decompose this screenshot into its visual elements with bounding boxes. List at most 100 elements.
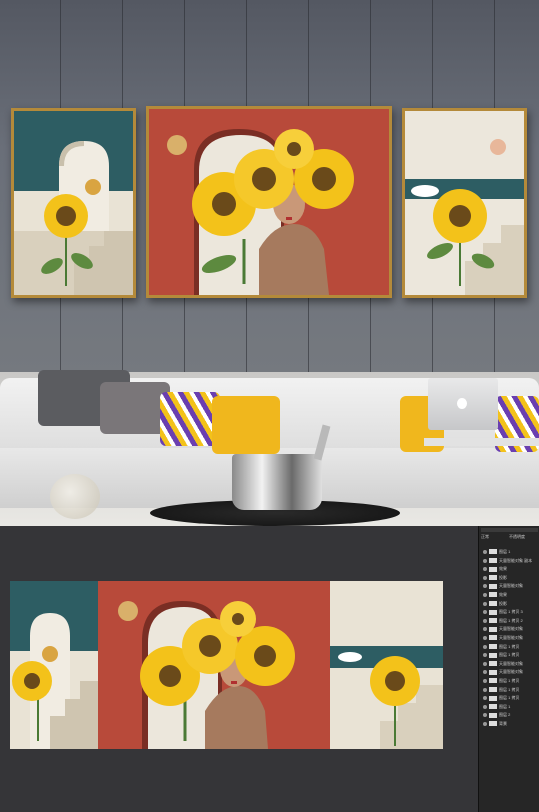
panel-tab-bar bbox=[481, 528, 538, 532]
blend-mode-select[interactable]: 正常 bbox=[481, 534, 489, 540]
layer-thumbnail bbox=[489, 687, 497, 693]
layer-label: 图层 1 bbox=[499, 549, 511, 554]
layer-label: 天量智能对象 bbox=[499, 660, 523, 666]
eye-icon[interactable] bbox=[483, 610, 487, 615]
layer-thumbnail bbox=[489, 695, 497, 701]
layer-row[interactable]: 效果 bbox=[481, 565, 538, 572]
layer-label: 天量智能对象 bbox=[499, 635, 523, 640]
sunflower-icon bbox=[370, 656, 420, 706]
layer-row[interactable]: 投影 bbox=[481, 574, 538, 581]
sunflower-icon bbox=[433, 189, 487, 243]
layer-row[interactable]: 图层 1 bbox=[481, 548, 538, 555]
layer-row[interactable]: 图层 2 bbox=[481, 711, 538, 718]
layer-row[interactable]: 图层 1 拷贝 bbox=[481, 651, 538, 658]
eye-icon[interactable] bbox=[483, 575, 487, 580]
layer-label: 图层 1 拷贝 bbox=[499, 695, 520, 701]
layer-thumbnail bbox=[489, 704, 497, 710]
canvas-area bbox=[0, 526, 478, 812]
layer-thumbnail bbox=[489, 575, 497, 581]
layer-thumbnail bbox=[489, 678, 497, 684]
side-table bbox=[424, 438, 539, 446]
layer-row[interactable]: 投影 bbox=[481, 600, 538, 607]
layer-thumbnail bbox=[489, 644, 497, 650]
eye-icon[interactable] bbox=[483, 696, 487, 701]
layer-label: 天量智能对象 bbox=[499, 583, 523, 589]
layer-thumbnail bbox=[489, 669, 497, 675]
eye-icon[interactable] bbox=[483, 704, 487, 709]
eye-icon[interactable] bbox=[483, 592, 487, 597]
layer-label: 图层 1 拷贝 bbox=[499, 643, 520, 649]
layer-label: 图层 1 拷贝 2 bbox=[499, 617, 523, 623]
layer-thumbnail bbox=[489, 549, 497, 555]
laptop bbox=[428, 378, 498, 430]
layer-label: 图层 1 bbox=[499, 703, 511, 709]
glass-vase bbox=[50, 474, 100, 519]
eye-icon[interactable] bbox=[483, 713, 487, 718]
center-painting bbox=[149, 109, 389, 295]
layer-thumbnail bbox=[489, 618, 497, 624]
layer-thumbnail bbox=[489, 558, 497, 564]
layer-row[interactable]: 效果 bbox=[481, 591, 538, 598]
layer-row[interactable]: 背景 bbox=[481, 720, 538, 727]
layer-label: 图层 1 拷贝 3 bbox=[499, 609, 523, 615]
left-painting bbox=[14, 111, 133, 295]
layer-row[interactable]: 图层 1 拷贝 bbox=[481, 677, 538, 684]
layer-row[interactable]: 图层 1 bbox=[481, 703, 538, 710]
layer-label: 投影 bbox=[499, 574, 507, 580]
eye-icon[interactable] bbox=[483, 567, 487, 572]
eye-icon[interactable] bbox=[483, 618, 487, 623]
layer-thumbnail bbox=[489, 652, 497, 658]
layer-label: 效果 bbox=[499, 566, 507, 572]
eye-icon[interactable] bbox=[483, 687, 487, 692]
eye-icon[interactable] bbox=[483, 678, 487, 683]
layer-label: 图层 1 拷贝 bbox=[499, 678, 520, 683]
right-painting bbox=[405, 111, 524, 295]
layer-thumbnail bbox=[489, 721, 497, 727]
layer-thumbnail bbox=[489, 712, 497, 718]
layer-thumbnail bbox=[489, 601, 497, 607]
eye-icon[interactable] bbox=[483, 644, 487, 649]
layer-thumbnail bbox=[489, 661, 497, 667]
eye-icon[interactable] bbox=[483, 549, 487, 554]
ice-bucket bbox=[232, 454, 322, 510]
layer-row[interactable]: 天量智能对象 bbox=[481, 582, 538, 589]
layer-row[interactable]: 图层 1 拷贝 bbox=[481, 686, 538, 693]
layer-row[interactable]: 天量智能对象 bbox=[481, 634, 538, 641]
eye-icon[interactable] bbox=[483, 670, 487, 675]
layer-label: 天量智能对象 bbox=[499, 669, 523, 675]
layer-thumbnail bbox=[489, 635, 497, 641]
layer-label: 图层 1 拷贝 bbox=[499, 686, 520, 692]
layer-row[interactable]: 天量智能对象 bbox=[481, 668, 538, 675]
sunflower-icon bbox=[44, 194, 88, 238]
center-painting-frame bbox=[146, 106, 392, 298]
eye-icon[interactable] bbox=[483, 653, 487, 658]
left-painting-frame bbox=[11, 108, 136, 298]
layer-row[interactable]: 图层 1 拷贝 2 bbox=[481, 617, 538, 624]
layer-thumbnail bbox=[489, 583, 497, 589]
layer-row[interactable]: 图层 1 拷贝 bbox=[481, 694, 538, 701]
layer-label: 效果 bbox=[499, 592, 507, 597]
layer-label: 投影 bbox=[499, 600, 507, 606]
eye-icon[interactable] bbox=[483, 721, 487, 726]
eye-icon[interactable] bbox=[483, 635, 487, 640]
layer-label: 图层 2 bbox=[499, 712, 511, 718]
eye-icon[interactable] bbox=[483, 584, 487, 589]
yellow-pillow bbox=[212, 396, 280, 454]
layers-panel: 正常 不透明度 图层 1 天量智能对象 副本 效果 投影 天量智能对象 效果 投影 图层 1 … bbox=[478, 526, 539, 812]
layer-row[interactable]: 图层 1 拷贝 3 bbox=[481, 608, 538, 615]
layer-row[interactable]: 天量智能对象 bbox=[481, 660, 538, 667]
layer-row[interactable]: 图层 1 拷贝 bbox=[481, 643, 538, 650]
layer-label: 天量智能对象 副本 bbox=[499, 557, 533, 563]
right-painting-frame bbox=[402, 108, 527, 298]
layer-label: 天量智能对象 bbox=[499, 626, 523, 632]
layer-thumbnail bbox=[489, 626, 497, 632]
layer-row[interactable]: 天量智能对象 副本 bbox=[481, 557, 538, 564]
opacity-label[interactable]: 不透明度 bbox=[509, 534, 525, 540]
layer-thumbnail bbox=[489, 592, 497, 598]
eye-icon[interactable] bbox=[483, 558, 487, 563]
eye-icon[interactable] bbox=[483, 661, 487, 666]
flat-artwork-preview bbox=[10, 581, 443, 749]
eye-icon[interactable] bbox=[483, 601, 487, 606]
layer-row[interactable]: 天量智能对象 bbox=[481, 625, 538, 632]
eye-icon[interactable] bbox=[483, 627, 487, 632]
